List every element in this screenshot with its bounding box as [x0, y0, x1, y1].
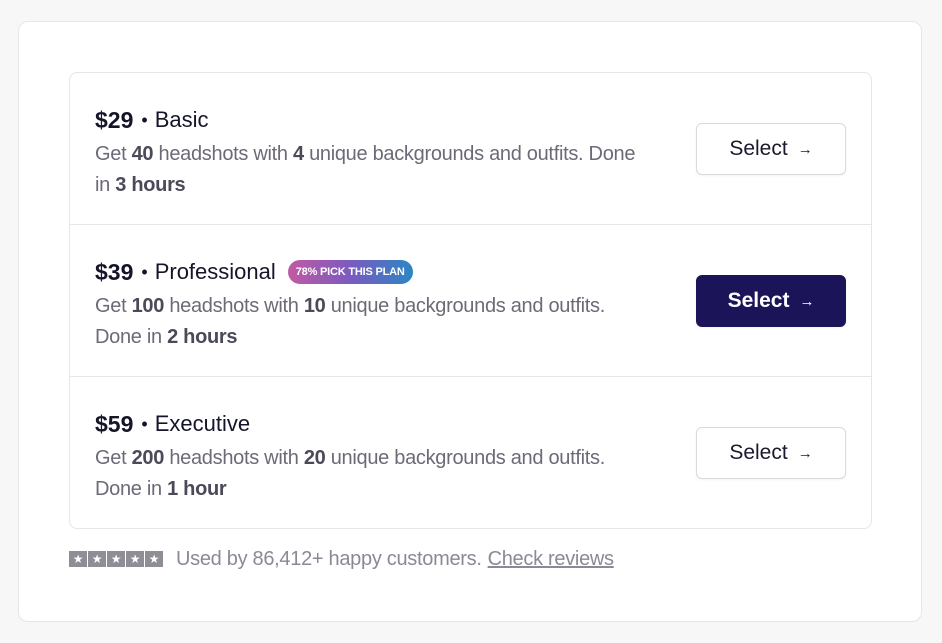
pricing-card: $29 • Basic Get 40 headshots with 4 uniq… [18, 21, 922, 622]
plan-description: Get 200 headshots with 20 unique backgro… [95, 443, 655, 505]
social-proof: ★ ★ ★ ★ ★ Used by 86,412+ happy customer… [69, 546, 614, 572]
arrow-right-icon: → [797, 140, 813, 158]
plan-heading: $39 • Professional 78% PICK THIS PLAN [95, 257, 655, 287]
star-rating: ★ ★ ★ ★ ★ [69, 551, 164, 567]
headshot-count: 100 [131, 295, 165, 317]
plan-description: Get 40 headshots with 4 unique backgroun… [95, 139, 655, 201]
plan-basic: $29 • Basic Get 40 headshots with 4 uniq… [70, 73, 871, 225]
check-reviews-link[interactable]: Check reviews [488, 548, 614, 571]
delivery-time: 1 hour [167, 478, 227, 500]
plan-heading: $29 • Basic [95, 105, 655, 135]
select-basic-button[interactable]: Select → [696, 123, 846, 175]
star-icon: ★ [126, 551, 144, 567]
button-label: Select [729, 441, 788, 464]
plan-professional: $39 • Professional 78% PICK THIS PLAN Ge… [70, 225, 871, 377]
background-count: 10 [303, 295, 326, 317]
arrow-right-icon: → [797, 444, 813, 462]
delivery-time: 3 hours [115, 174, 186, 196]
plan-price: $39 [95, 258, 134, 285]
star-icon: ★ [107, 551, 125, 567]
button-label: Select [727, 289, 790, 312]
plan-name: Basic [154, 107, 209, 132]
plan-price: $29 [95, 106, 134, 133]
plan-info: $59 • Executive Get 200 headshots with 2… [95, 409, 655, 505]
star-icon: ★ [88, 551, 106, 567]
star-icon: ★ [145, 551, 163, 567]
plan-info: $29 • Basic Get 40 headshots with 4 uniq… [95, 105, 655, 201]
select-executive-button[interactable]: Select → [696, 427, 846, 479]
headshot-count: 200 [131, 447, 165, 469]
headshot-count: 40 [131, 143, 154, 165]
separator-dot: • [141, 109, 148, 130]
desc-text: headshots with [164, 295, 304, 317]
separator-dot: • [141, 261, 148, 282]
arrow-right-icon: → [799, 292, 815, 310]
separator-dot: • [141, 413, 148, 434]
star-icon: ★ [69, 551, 87, 567]
popular-badge: 78% PICK THIS PLAN [287, 260, 413, 284]
plan-heading: $59 • Executive [95, 409, 655, 439]
select-professional-button[interactable]: Select → [696, 275, 846, 327]
desc-text: headshots with [153, 143, 293, 165]
background-count: 4 [292, 143, 304, 165]
desc-text: headshots with [164, 447, 304, 469]
plan-name: Professional [154, 259, 276, 284]
desc-text: Get [95, 143, 132, 165]
plan-price: $59 [95, 410, 134, 437]
desc-text: Get [95, 447, 132, 469]
desc-text: Get [95, 295, 132, 317]
customer-count-text: Used by 86,412+ happy customers. [176, 547, 482, 570]
plan-executive: $59 • Executive Get 200 headshots with 2… [70, 377, 871, 528]
background-count: 20 [303, 447, 326, 469]
button-label: Select [729, 137, 788, 160]
plan-info: $39 • Professional 78% PICK THIS PLAN Ge… [95, 257, 655, 353]
plan-list: $29 • Basic Get 40 headshots with 4 uniq… [69, 72, 872, 529]
plan-name: Executive [154, 411, 251, 436]
plan-description: Get 100 headshots with 10 unique backgro… [95, 291, 655, 353]
delivery-time: 2 hours [167, 326, 238, 348]
